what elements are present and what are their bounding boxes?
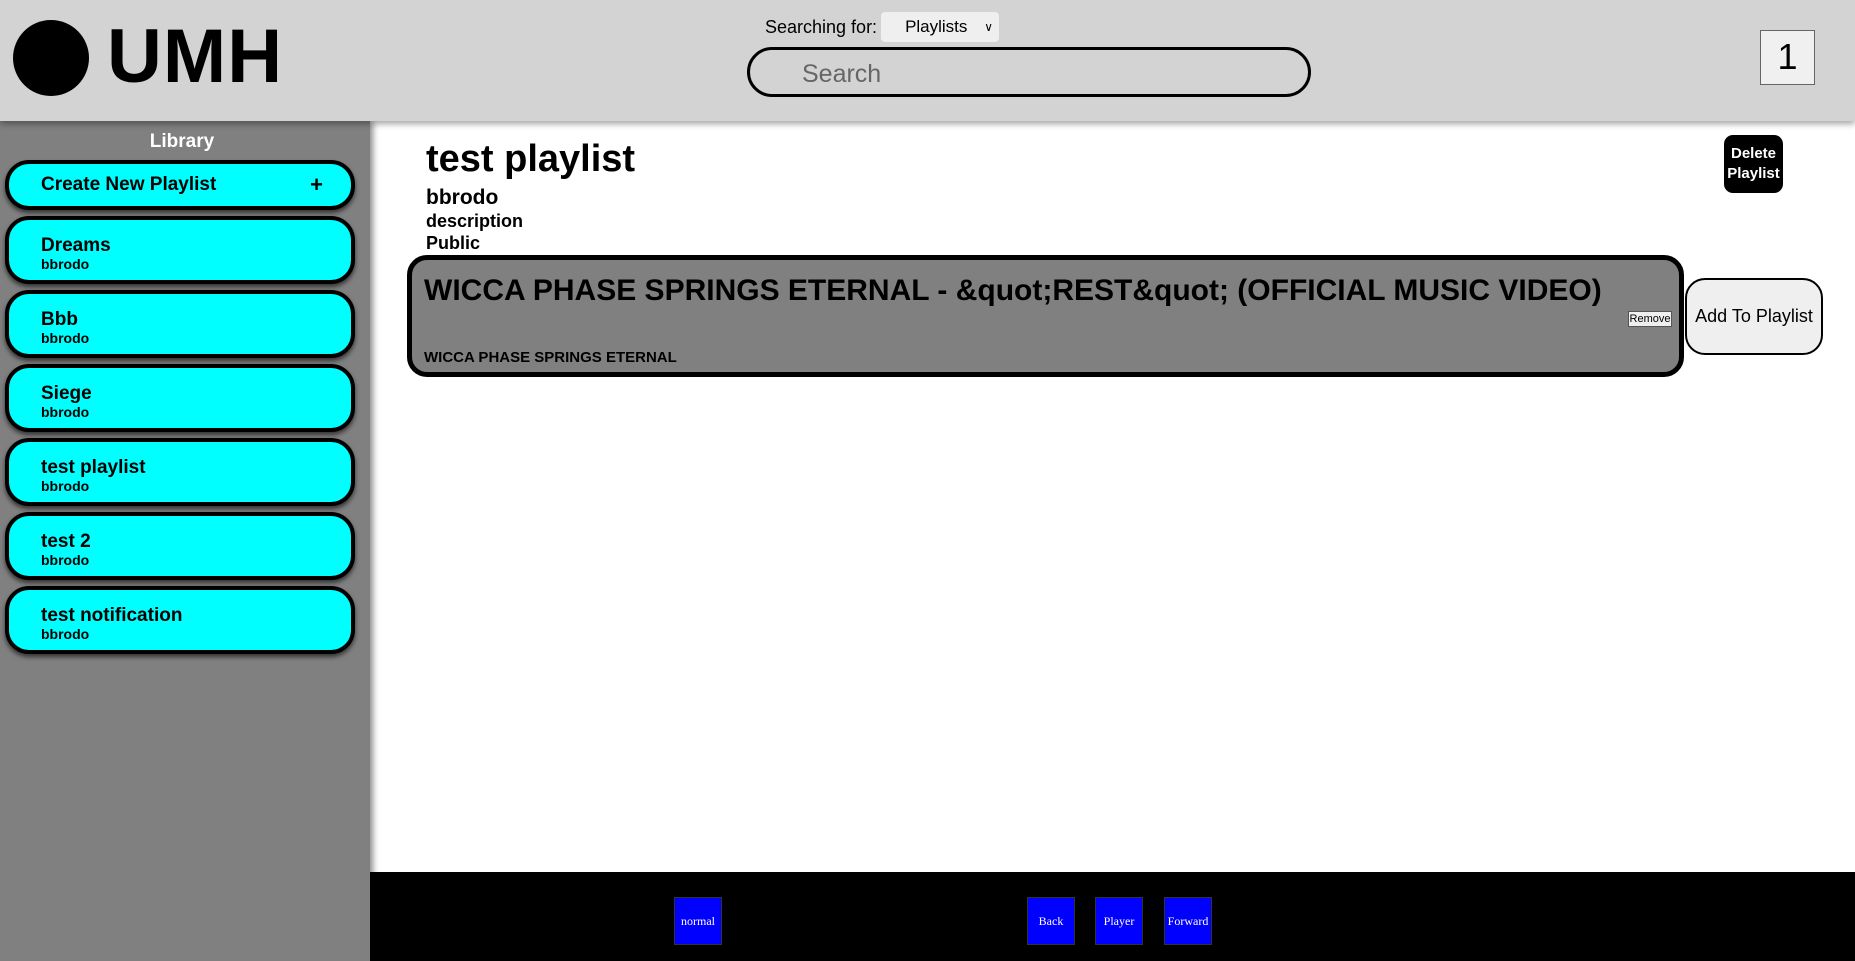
add-to-playlist-button[interactable]: Add To Playlist xyxy=(1685,278,1823,355)
sidebar-playlist-item[interactable]: Siege bbrodo xyxy=(5,364,355,432)
playlist-name: test 2 xyxy=(41,531,91,552)
playlist-owner: bbrodo xyxy=(41,330,90,346)
forward-button[interactable]: Forward xyxy=(1164,897,1212,945)
sidebar-playlist-item[interactable]: test 2 bbrodo xyxy=(5,512,355,580)
playlist-visibility: Public xyxy=(426,233,481,253)
sidebar-playlist-item[interactable]: Bbb bbrodo xyxy=(5,290,355,358)
create-playlist-button[interactable]: Create New Playlist + xyxy=(5,160,355,210)
playlist-owner: bbrodo xyxy=(41,256,90,272)
playlist-owner: bbrodo xyxy=(41,478,90,494)
logo-circle-icon xyxy=(13,20,89,96)
searching-for-label: Searching for: xyxy=(765,16,878,37)
search-box[interactable] xyxy=(747,47,1311,97)
top-header: UMH Searching for: Playlists ∨ 1 xyxy=(0,0,1855,121)
playlist-description: description xyxy=(426,211,524,231)
delete-playlist-button[interactable]: Delete Playlist xyxy=(1724,135,1783,193)
sidebar-playlist-item[interactable]: test notification bbrodo xyxy=(5,586,355,654)
remove-song-button[interactable]: Remove xyxy=(1628,311,1672,327)
sidebar-playlist-item[interactable]: test playlist bbrodo xyxy=(5,438,355,506)
playlist-owner: bbrodo xyxy=(41,626,90,642)
playlist-name: Siege xyxy=(41,383,92,404)
playlist-title: test playlist xyxy=(426,138,636,180)
library-sidebar: Library Create New Playlist + Dreams bbr… xyxy=(0,121,370,961)
playlist-owner-name: bbrodo xyxy=(426,186,499,209)
playlist-name: Dreams xyxy=(41,235,111,256)
plus-icon: + xyxy=(310,172,323,197)
search-input[interactable] xyxy=(800,58,1284,90)
search-type-select[interactable]: Playlists ∨ xyxy=(881,12,1000,42)
playlist-owner: bbrodo xyxy=(41,404,90,420)
notification-button[interactable]: 1 xyxy=(1760,30,1815,85)
search-type-value: Playlists xyxy=(905,17,968,36)
mode-button[interactable]: normal xyxy=(674,897,722,945)
back-button[interactable]: Back xyxy=(1027,897,1075,945)
playlist-name: Bbb xyxy=(41,309,78,330)
delete-label-line2: Playlist xyxy=(1727,165,1780,182)
playlist-name: test notification xyxy=(41,605,183,626)
song-artist: WICCA PHASE SPRINGS ETERNAL xyxy=(424,349,677,366)
player-footer: normal Back Player Forward xyxy=(370,872,1855,961)
search-type-row: Searching for: Playlists ∨ xyxy=(765,12,1000,42)
playlist-name: test playlist xyxy=(41,457,146,478)
chevron-down-icon: ∨ xyxy=(984,20,994,34)
sidebar-playlist-item[interactable]: Dreams bbrodo xyxy=(5,216,355,284)
app-logo: UMH xyxy=(107,14,284,99)
song-title: WICCA PHASE SPRINGS ETERNAL - &quot;REST… xyxy=(424,274,1602,307)
playlist-owner: bbrodo xyxy=(41,552,90,568)
delete-label-line1: Delete xyxy=(1730,145,1777,162)
create-playlist-label: Create New Playlist xyxy=(41,174,217,195)
library-title: Library xyxy=(149,131,215,152)
player-button[interactable]: Player xyxy=(1095,897,1143,945)
song-item[interactable]: WICCA PHASE SPRINGS ETERNAL - &quot;REST… xyxy=(407,255,1684,377)
